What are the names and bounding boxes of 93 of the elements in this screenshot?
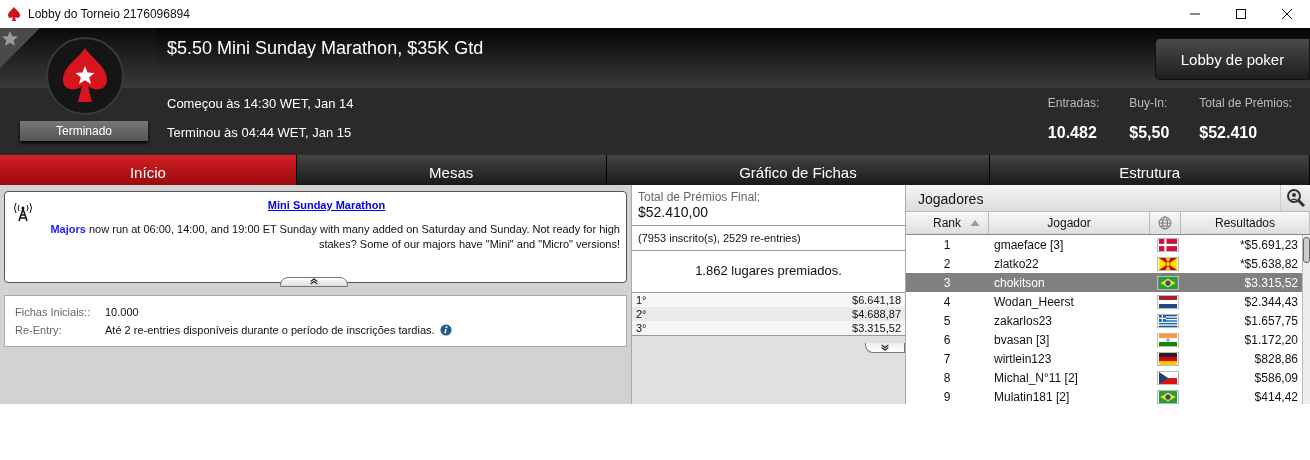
player-row[interactable]: 9 Mulatin181 [2] $414,42 [906,387,1302,404]
window-title: Lobby do Torneio 2176096894 [28,7,191,21]
player-row[interactable]: 3 chokitson $3.315,52 [906,273,1302,292]
rank-cell-text: 3 [942,275,952,290]
tab[interactable]: Gráfico de Fichas [606,155,991,185]
flag-icon [1157,351,1179,366]
tournament-title: $5.50 Mini Sunday Marathon, $35K Gtd [167,38,484,59]
tab[interactable]: Estrutura [990,155,1310,185]
news-text: Majors now run at 06:00, 14:00, and 19:00 ET Sunday with many added on Saturday and Sunday. Not ready for high stakes? Some of our majors have "Mini" and "Micro" versions! [49,222,620,252]
result-cell-text: $828,86 [1253,351,1299,366]
rank-cell-text: 9 [942,389,952,404]
player-name: Michal_N°11 [2] [993,370,1079,385]
player-row[interactable]: 6 bvasan [3] $1.172,20 [906,330,1302,349]
end-time: Terminou às 04:44 WET, Jan 15 [167,125,353,140]
result-cell-text: *$5.638,82 [1238,256,1299,271]
rank-cell-text: 2 [942,256,952,271]
flag-icon [1157,294,1179,309]
player-row[interactable]: 2 zlatko22 *$5.638,82 [906,254,1302,273]
player-name: chokitson [993,275,1046,290]
status-ribbon: Terminado [20,121,148,141]
players-title: Jogadores [917,190,984,209]
result-cell-text: *$5.691,23 [1238,237,1299,252]
info-icon[interactable] [439,324,452,336]
result-cell-text: $414,42 [1253,389,1299,404]
stat-value: $52.410 [1199,124,1259,142]
result-cell-text: $2.344,43 [1243,294,1299,309]
result-cell-text: $3.315,52 [1243,275,1299,290]
stat-label: Entradas: [1047,96,1100,110]
place-amount: $3.315,52 [852,322,901,334]
place-amount: $4.688,87 [852,308,901,320]
player-name: gmaeface [3] [993,237,1065,252]
flag-icon [1157,237,1179,252]
start-time: Começou às 14:30 WET, Jan 14 [167,96,354,111]
rank-cell-text: 4 [942,294,952,309]
stat-value: 10.482 [1047,124,1098,142]
rank-cell-text: 6 [942,332,952,347]
info-value: 10.000 [105,306,139,318]
rank-cell-text: 8 [942,370,952,385]
player-row[interactable]: 5 zakarlos23 $1.657,75 [906,311,1302,330]
lobby-button[interactable]: Lobby de poker [1155,38,1310,80]
flag-icon [1157,313,1179,328]
spade-icon [6,6,22,22]
prize-label: Total de Prémios Final: [638,190,762,204]
player-row[interactable]: 8 Michal_N°11 [2] $586,09 [906,368,1302,387]
flag-icon [1157,370,1179,385]
stat-label: Total de Prémios: [1199,96,1292,110]
tab[interactable]: Início [0,155,297,185]
player-name: zakarlos23 [993,313,1054,328]
player-name: Mulatin181 [2] [993,389,1071,404]
result-cell-text: $1.172,20 [1243,332,1299,347]
place-rank: 2° [636,308,647,320]
place-rank: 3° [636,322,647,334]
rank-cell-text: 7 [942,351,952,366]
flag-icon [1157,256,1179,271]
stat-value: $5,50 [1129,124,1170,142]
tab[interactable]: Mesas [296,155,607,185]
player-name: wirtlein123 [993,351,1053,366]
player-row[interactable]: 4 Wodan_Heerst $2.344,43 [906,292,1302,311]
player-name: zlatko22 [993,256,1040,271]
chevron-down-icon [880,344,890,351]
expand-button[interactable] [865,343,905,353]
sort-up-icon [970,220,980,226]
player-name: Wodan_Heerst [993,294,1075,309]
entries-text: (7953 inscrito(s), 2529 re-entries) [632,226,905,251]
flag-icon [1157,389,1179,404]
antenna-icon [13,202,33,222]
prize-total: $52.410,00 [638,204,710,220]
column-header[interactable]: Resultados [1181,212,1310,234]
place-rank: 1° [636,294,647,306]
news-title-link[interactable]: Mini Sunday Marathon [267,199,386,211]
info-label: Re-Entry: [15,324,63,336]
flag-icon [1157,275,1179,290]
player-row[interactable]: 7 wirtlein123 $828,86 [906,349,1302,368]
player-row[interactable]: 1 gmaeface [3] *$5.691,23 [906,235,1302,254]
flag-icon [1157,332,1179,347]
spade-logo-icon [45,36,125,116]
scrollbar[interactable] [1302,235,1310,404]
info-value: Até 2 re-entries disponíveis durante o período de inscrições tardias. [105,324,435,336]
collapse-button[interactable] [280,277,348,287]
globe-icon [1158,216,1172,230]
result-cell-text: $1.657,75 [1243,313,1299,328]
star-icon[interactable] [0,28,40,68]
rank-cell-text: 1 [942,237,952,252]
search-icon [1285,188,1306,208]
chevron-up-icon [309,278,319,285]
column-header[interactable]: Jogador [989,212,1150,234]
result-cell-text: $586,09 [1253,370,1299,385]
player-name: bvasan [3] [993,332,1051,347]
column-header[interactable]: Rank [906,212,989,234]
place-amount: $6.641,18 [852,294,901,306]
rank-cell-text: 5 [942,313,952,328]
info-label: Fichas Iniciais:: [15,306,92,318]
stat-label: Buy-In: [1129,96,1169,110]
